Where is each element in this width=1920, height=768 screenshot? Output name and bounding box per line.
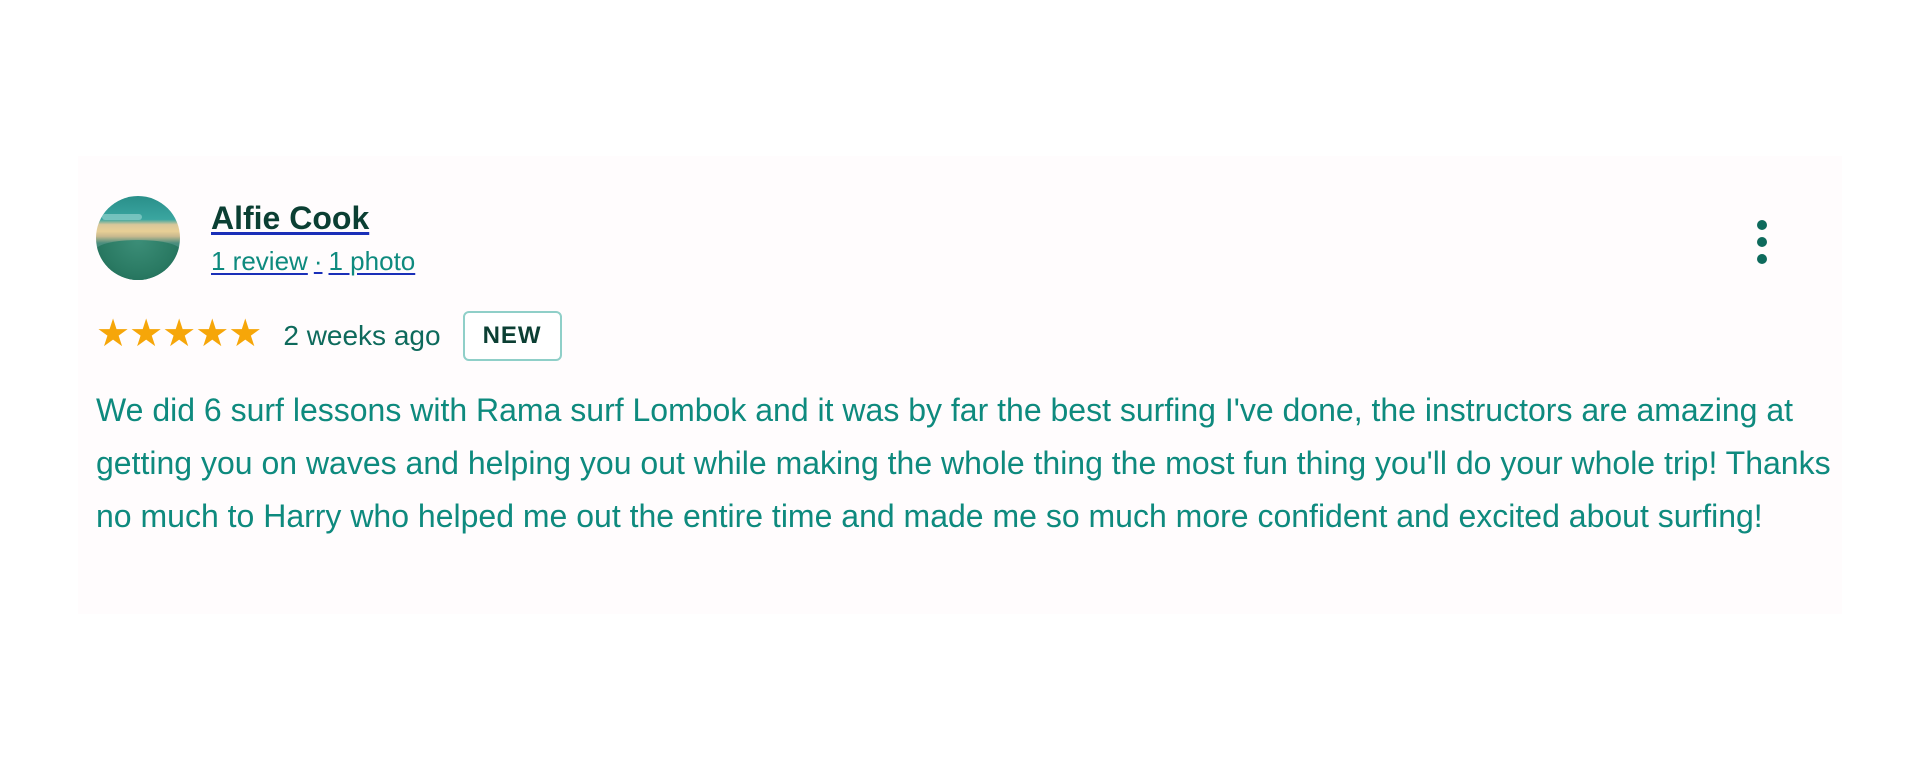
author-name-link[interactable]: Alfie Cook — [211, 200, 369, 237]
review-date: 2 weeks ago — [283, 320, 441, 351]
avatar-ridge — [96, 240, 180, 280]
star-rating: ★★★★★ — [96, 313, 262, 355]
more-options-button[interactable] — [1748, 216, 1776, 268]
reviews-count-link[interactable]: 1 review — [211, 246, 308, 276]
review-card: Alfie Cook 1 review · 1 photo ★★★★★ 2 week… — [78, 156, 1842, 614]
avatar[interactable] — [96, 196, 180, 280]
more-vert-icon — [1757, 220, 1767, 230]
more-vert-icon-dot-2 — [1757, 237, 1767, 247]
more-vert-icon-dot-3 — [1757, 254, 1767, 264]
review-text: We did 6 surf lessons with Rama surf Lom… — [96, 392, 1831, 534]
new-badge: NEW — [462, 311, 562, 361]
meta-separator: · — [313, 246, 323, 276]
rating-row: ★★★★★ 2 weeks ago NEW — [96, 306, 562, 366]
author-meta: 1 review · 1 photo — [211, 246, 415, 277]
avatar-sky — [102, 214, 142, 220]
photos-count-link[interactable]: 1 photo — [329, 246, 416, 276]
